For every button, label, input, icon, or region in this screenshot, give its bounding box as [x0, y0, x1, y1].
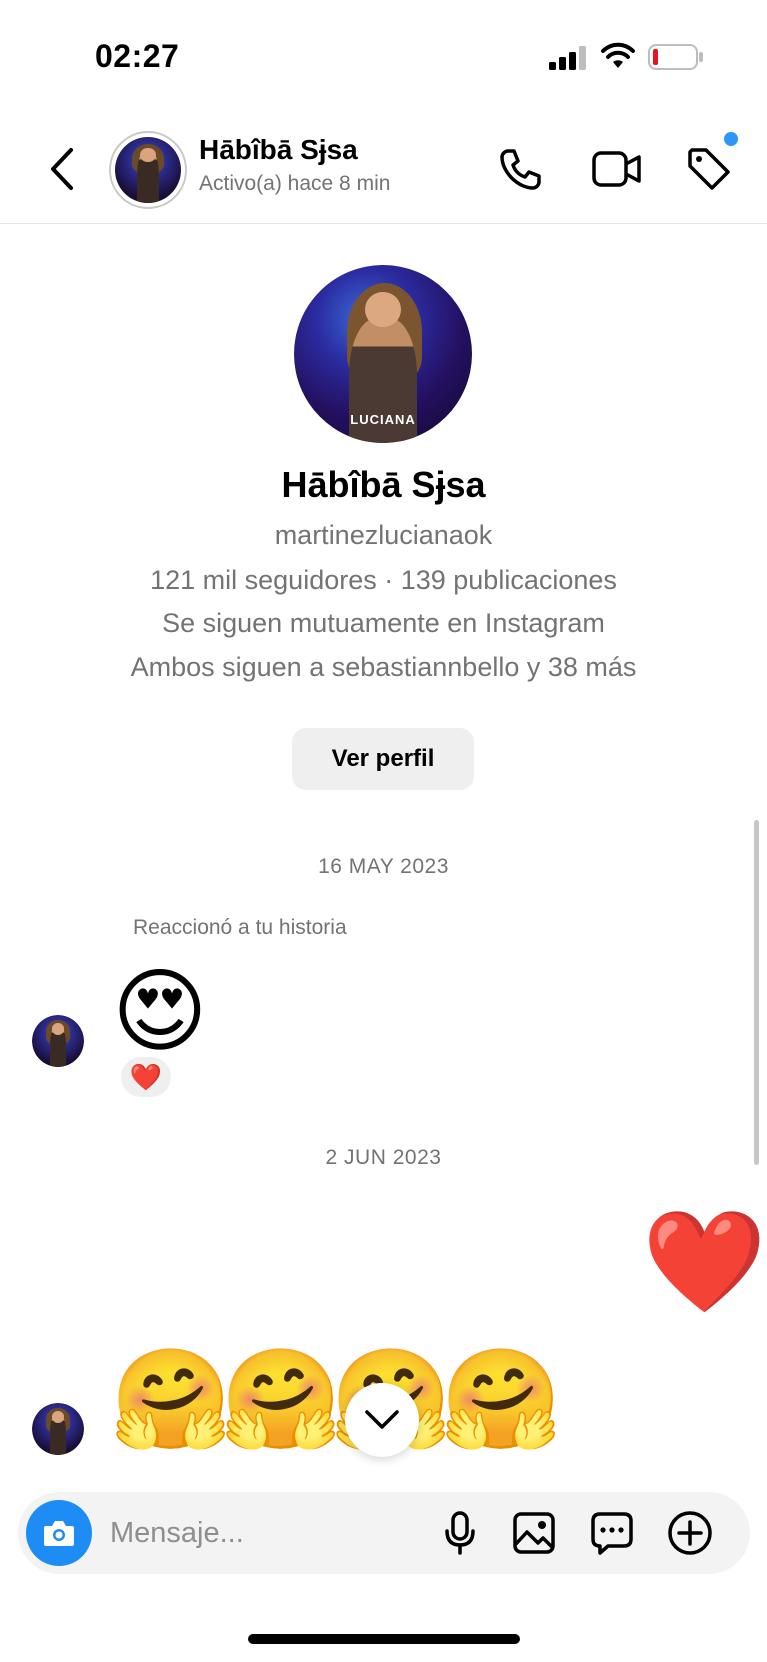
phone-icon [500, 149, 541, 190]
cellular-signal-icon [549, 46, 586, 70]
hug-emoji: 🤗 [440, 1344, 563, 1454]
video-camera-icon [592, 151, 641, 187]
sent-heart-message[interactable]: ❤️ [642, 1212, 767, 1312]
audio-call-button[interactable] [495, 144, 545, 194]
plus-circle-icon [668, 1511, 712, 1555]
status-clock: 02:27 [95, 38, 180, 74]
camera-icon [44, 1521, 74, 1546]
received-emoji-message[interactable]: 🤗 🤗 🤗 🤗 [110, 1344, 563, 1454]
profile-username: martinezlucianaok [274, 520, 493, 550]
status-bar: 02:27 [0, 0, 767, 110]
sticker-button[interactable] [588, 1509, 636, 1557]
video-call-button[interactable] [590, 144, 644, 194]
mutual-follow-text: Se siguen mutuamente en Instagram [162, 608, 605, 638]
wifi-icon [601, 42, 635, 68]
more-options-button[interactable] [666, 1509, 714, 1557]
avatar-photo [32, 1403, 84, 1455]
message-input[interactable] [110, 1510, 410, 1556]
profile-name: Hābîbā Sɉsa [281, 464, 486, 505]
battery-icon [648, 44, 703, 70]
camera-button[interactable] [26, 1500, 92, 1566]
microphone-icon [445, 1511, 475, 1555]
view-profile-button[interactable]: Ver perfil [292, 728, 474, 790]
notification-badge [724, 132, 738, 146]
contact-name[interactable]: Hābîbā Sɉsa [199, 134, 358, 166]
activity-status: Activo(a) hace 8 min [199, 172, 391, 195]
date-separator: 2 JUN 2023 [325, 1146, 442, 1169]
avatar-caption: LUCIANA [350, 412, 416, 427]
story-reaction-label: Reaccionó a tu historia [133, 916, 347, 939]
sender-avatar[interactable] [32, 1015, 84, 1067]
tag-button[interactable] [683, 144, 735, 194]
message-reaction[interactable]: ❤️ [118, 1054, 174, 1100]
sender-avatar[interactable] [32, 1403, 84, 1455]
home-indicator[interactable] [248, 1634, 520, 1644]
profile-avatar[interactable]: LUCIANA [294, 265, 472, 443]
message-composer [18, 1492, 750, 1574]
story-reaction-emoji[interactable]: 😍 [112, 966, 208, 1058]
back-button[interactable] [44, 144, 80, 194]
chevron-down-icon [365, 1410, 399, 1429]
common-follows-text: Ambos siguen a sebastiannbello y 38 más [130, 652, 637, 682]
gallery-button[interactable] [510, 1509, 558, 1557]
hug-emoji: 🤗 [220, 1344, 343, 1454]
date-separator: 16 MAY 2023 [318, 855, 449, 878]
profile-stats: 121 mil seguidores · 139 publicaciones [150, 565, 617, 595]
sticker-icon [591, 1512, 633, 1555]
header-avatar[interactable] [109, 131, 187, 209]
voice-message-button[interactable] [436, 1509, 484, 1557]
hug-emoji: 🤗 [110, 1344, 233, 1454]
gallery-icon [513, 1512, 555, 1554]
chat-header: Hābîbā Sɉsa Activo(a) hace 8 min [0, 120, 767, 224]
avatar-photo [32, 1015, 84, 1067]
scroll-to-bottom-button[interactable] [345, 1383, 419, 1457]
tag-icon [688, 148, 730, 190]
avatar-photo [115, 137, 181, 203]
back-chevron-icon [51, 148, 73, 190]
